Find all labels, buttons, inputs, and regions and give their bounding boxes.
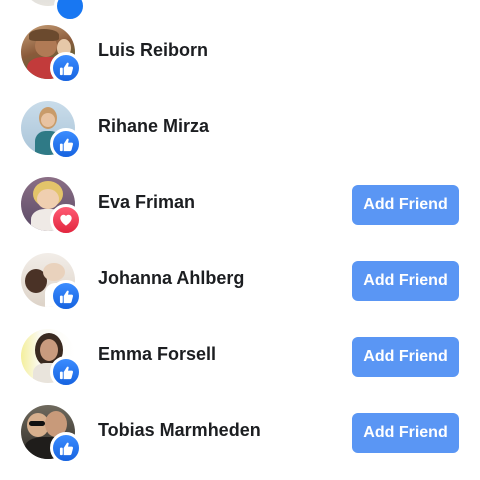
like-icon — [54, 0, 86, 22]
person-name[interactable]: Johanna Ahlberg — [98, 268, 244, 289]
add-friend-button[interactable]: Add Friend — [352, 185, 459, 225]
partial-list-item — [20, 0, 86, 22]
list-item[interactable]: Johanna Ahlberg Add Friend — [0, 253, 480, 329]
person-name[interactable]: Emma Forsell — [98, 344, 216, 365]
like-icon — [50, 432, 82, 464]
person-name[interactable]: Luis Reiborn — [98, 40, 208, 61]
person-name[interactable]: Eva Friman — [98, 192, 195, 213]
like-icon — [50, 280, 82, 312]
like-icon — [50, 52, 82, 84]
list-item[interactable]: Emma Forsell Add Friend — [0, 329, 480, 405]
add-friend-button[interactable]: Add Friend — [352, 337, 459, 377]
add-friend-button[interactable]: Add Friend — [352, 261, 459, 301]
list-item[interactable]: Luis Reiborn — [0, 25, 480, 101]
person-name[interactable]: Tobias Marmheden — [98, 420, 261, 441]
people-list: Luis Reiborn Rihane Mirza Eva Friman Add… — [0, 25, 480, 480]
avatar-container — [21, 253, 82, 312]
reactions-list-screen: Luis Reiborn Rihane Mirza Eva Friman Add… — [0, 0, 480, 480]
love-icon — [50, 204, 82, 236]
list-item[interactable]: Eva Friman Add Friend — [0, 177, 480, 253]
avatar-container — [21, 101, 82, 160]
like-icon — [50, 356, 82, 388]
list-item[interactable]: Tobias Marmheden Add Friend — [0, 405, 480, 480]
avatar-container — [21, 329, 82, 388]
avatar-container — [21, 177, 82, 236]
avatar-container — [21, 405, 82, 464]
list-item[interactable]: Rihane Mirza — [0, 101, 480, 177]
add-friend-button[interactable]: Add Friend — [352, 413, 459, 453]
avatar-container — [21, 25, 82, 84]
like-icon — [50, 128, 82, 160]
person-name[interactable]: Rihane Mirza — [98, 116, 209, 137]
